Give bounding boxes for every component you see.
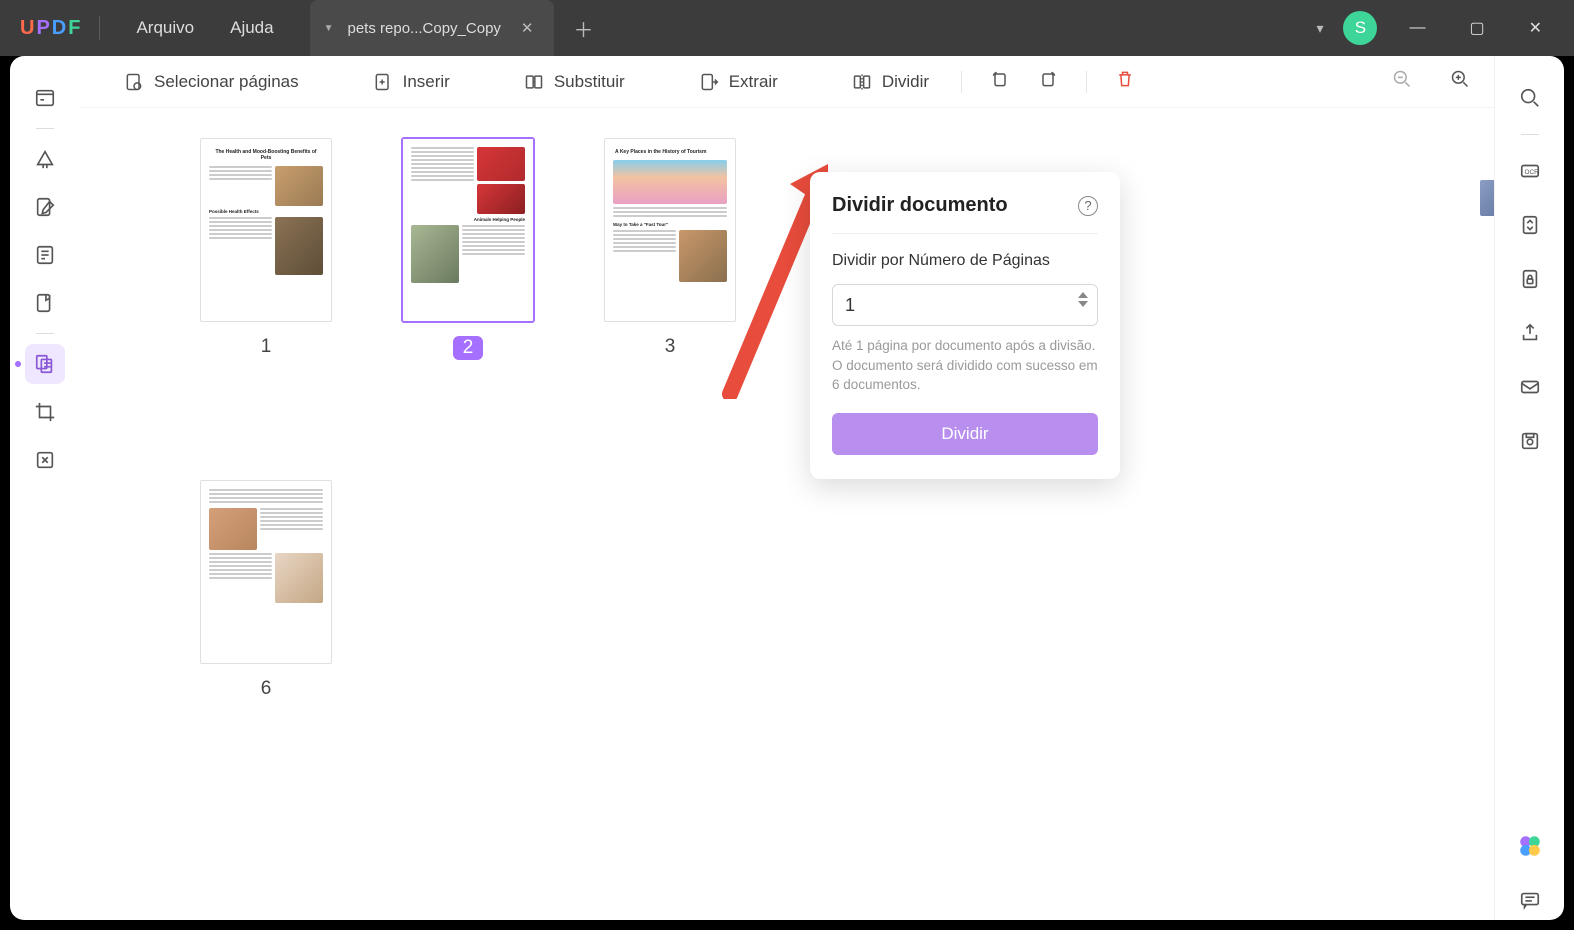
sidebar-crop[interactable] — [25, 392, 65, 432]
toolbar-replace[interactable]: Substituir — [510, 68, 639, 96]
protect-icon[interactable] — [1510, 259, 1550, 299]
number-spinner[interactable] — [1078, 292, 1088, 307]
toolbar-insert[interactable]: Inserir — [359, 68, 464, 96]
tab-dropdown-icon[interactable]: ▼ — [324, 23, 334, 34]
app-logo: UPDF — [20, 17, 81, 40]
page-thumb-partial — [1480, 180, 1494, 216]
page-thumbnails: The Health and Mood-Boosting Benefits of… — [80, 108, 1494, 920]
pages-per-doc-input[interactable] — [832, 284, 1098, 326]
tab-close-icon[interactable]: ✕ — [515, 17, 540, 39]
email-icon[interactable] — [1510, 367, 1550, 407]
new-tab-button[interactable]: ＋ — [554, 14, 614, 43]
page-thumb-2[interactable]: Animals Helping People 2 — [402, 138, 534, 360]
page-toolbar: Selecionar páginas Inserir Substituir Ex… — [80, 56, 1494, 108]
sidebar-comment[interactable] — [25, 139, 65, 179]
clover-icon[interactable] — [1510, 826, 1550, 866]
popup-label: Dividir por Número de Páginas — [832, 252, 1098, 270]
document-tab[interactable]: ▼ pets repo...Copy_Copy ✕ — [310, 0, 554, 56]
window-minimize-icon[interactable]: — — [1397, 19, 1437, 37]
right-sidebar: OCR — [1494, 56, 1564, 920]
popup-title: Dividir documento — [832, 194, 1008, 217]
search-icon[interactable] — [1510, 78, 1550, 118]
help-icon[interactable]: ? — [1078, 196, 1098, 216]
feedback-icon[interactable] — [1510, 880, 1550, 920]
zoom-out-icon[interactable] — [1382, 65, 1422, 98]
sidebar-organize-pages[interactable] — [25, 344, 65, 384]
page-number: 6 — [261, 678, 272, 700]
window-maximize-icon[interactable]: ▢ — [1457, 18, 1496, 38]
page-number-selected: 2 — [453, 336, 484, 360]
sidebar-reader[interactable] — [25, 78, 65, 118]
page-thumb-3[interactable]: A Key Places in the History of Tourism W… — [604, 138, 736, 360]
page-number: 3 — [665, 336, 676, 358]
svg-text:OCR: OCR — [1524, 169, 1539, 176]
sidebar-form[interactable] — [25, 283, 65, 323]
tab-title: pets repo...Copy_Copy — [348, 20, 501, 37]
sidebar-page-view[interactable] — [25, 235, 65, 275]
split-document-popup: Dividir documento ? Dividir por Número d… — [810, 172, 1120, 479]
left-sidebar — [10, 56, 80, 920]
divider — [99, 16, 100, 40]
toolbar-rotate-left[interactable] — [980, 65, 1020, 98]
toolbar-split[interactable]: Dividir — [838, 68, 943, 96]
main-content: Selecionar páginas Inserir Substituir Ex… — [80, 56, 1494, 920]
page-thumb-1[interactable]: The Health and Mood-Boosting Benefits of… — [200, 138, 332, 360]
toolbar-select-pages[interactable]: Selecionar páginas — [110, 68, 313, 96]
zoom-in-icon[interactable] — [1440, 65, 1480, 98]
menu-file[interactable]: Arquivo — [118, 18, 212, 38]
page-thumb-6[interactable]: 6 — [200, 480, 332, 700]
page-number: 1 — [261, 336, 272, 358]
toolbar-delete[interactable] — [1105, 65, 1145, 98]
ocr-icon[interactable]: OCR — [1510, 151, 1550, 191]
save-icon[interactable] — [1510, 421, 1550, 461]
popup-hint: Até 1 página por documento após a divisã… — [832, 336, 1098, 395]
sidebar-edit[interactable] — [25, 187, 65, 227]
share-icon[interactable] — [1510, 313, 1550, 353]
menu-help[interactable]: Ajuda — [212, 18, 291, 38]
app-body: Selecionar páginas Inserir Substituir Ex… — [10, 56, 1564, 920]
sidebar-tools[interactable] — [25, 440, 65, 480]
titlebar: UPDF Arquivo Ajuda ▼ pets repo...Copy_Co… — [0, 0, 1574, 56]
toolbar-extract[interactable]: Extrair — [685, 68, 792, 96]
user-avatar[interactable]: S — [1343, 11, 1377, 45]
window-close-icon[interactable]: ✕ — [1517, 18, 1554, 38]
toolbar-rotate-right[interactable] — [1028, 65, 1068, 98]
convert-icon[interactable] — [1510, 205, 1550, 245]
split-confirm-button[interactable]: Dividir — [832, 413, 1098, 455]
chevron-down-icon[interactable]: ▾ — [1316, 20, 1323, 37]
